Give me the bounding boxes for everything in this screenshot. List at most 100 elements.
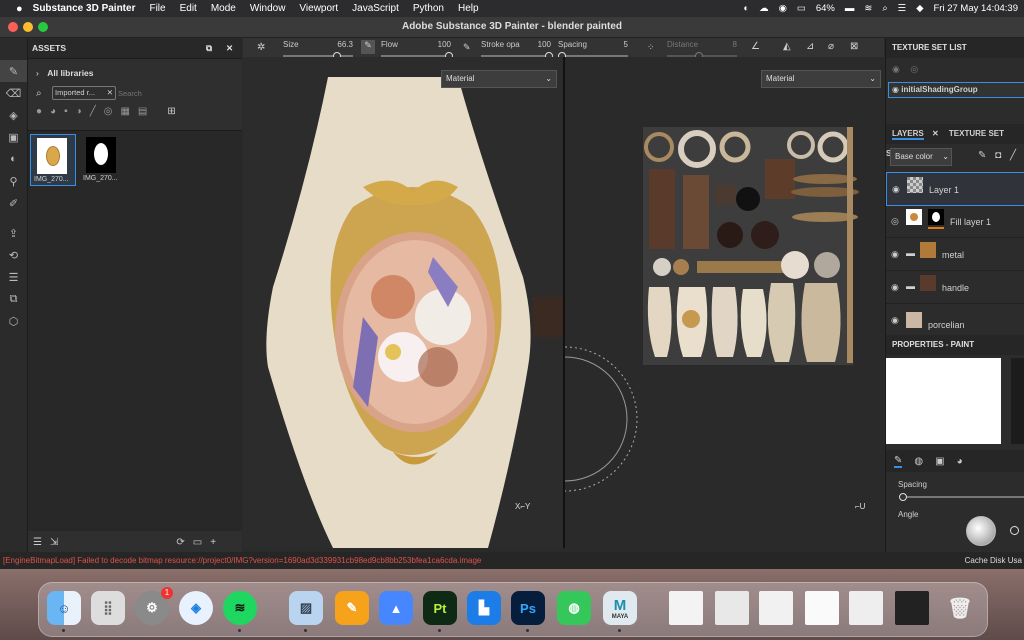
mirror-y-icon[interactable]: ⊿ — [806, 41, 814, 52]
alpha-tab-icon[interactable]: ▣ — [935, 456, 944, 467]
record-icon[interactable]: ◉ — [779, 3, 787, 14]
nordvpn-icon[interactable]: ▲ — [379, 591, 413, 625]
uv-texture-map[interactable] — [565, 57, 884, 548]
messages-icon[interactable]: ◍ — [557, 591, 591, 625]
alignment-icon[interactable]: ∠ — [751, 41, 760, 52]
status-icon[interactable]: ◐ — [743, 3, 749, 14]
menu-help[interactable]: Help — [458, 3, 479, 14]
layer-tool[interactable]: ☰ — [0, 266, 27, 288]
layer-row[interactable]: ◎ Fill layer 1 — [886, 205, 1024, 238]
smudge-tool[interactable]: ◐ — [0, 148, 27, 170]
battery-icon[interactable]: ▬ — [845, 3, 855, 14]
material-tab-icon[interactable]: ◍ — [914, 456, 923, 467]
menu-window[interactable]: Window — [250, 3, 286, 14]
add-effect-icon[interactable]: ✎ — [978, 150, 986, 161]
filter-chip[interactable]: Imported r... ✕ — [52, 86, 116, 100]
environment-filter-icon[interactable]: ▦ — [120, 106, 129, 120]
grid-view-icon[interactable]: ⊞ — [167, 106, 175, 120]
recent-window-thumb[interactable] — [715, 591, 749, 625]
eye-icon[interactable]: ◎ — [891, 216, 899, 227]
remove-filter-icon[interactable]: ✕ — [107, 87, 113, 99]
safari-icon[interactable]: ◈ — [179, 591, 213, 625]
color-picker-tool[interactable]: ✐ — [0, 192, 27, 214]
image-filter-icon[interactable]: ▤ — [138, 106, 147, 120]
eye-icon[interactable]: ◉ — [892, 85, 899, 94]
close-window-button[interactable] — [8, 22, 18, 32]
folder-icon[interactable]: ▭ — [193, 537, 202, 548]
mirror-x-icon[interactable]: ◭ — [783, 41, 791, 52]
new-library-icon[interactable]: ☰ — [33, 537, 42, 548]
menu-viewport[interactable]: Viewport — [299, 3, 338, 14]
recent-window-thumb[interactable] — [895, 591, 929, 625]
eye-outline-icon[interactable]: ◎ — [910, 64, 918, 74]
spacing-prop-slider[interactable] — [899, 493, 1024, 501]
pages-icon[interactable]: ✎ — [335, 591, 369, 625]
import-icon[interactable]: ⇲ — [50, 537, 58, 548]
geometry-mask-tool[interactable]: ⧉ — [0, 288, 27, 310]
menu-mode[interactable]: Mode — [211, 3, 236, 14]
layer-row[interactable]: ◉ ▬ metal — [886, 238, 1024, 271]
refresh-icon[interactable]: ⟳ — [176, 537, 184, 548]
mirror-z-icon[interactable]: ⌀ — [828, 41, 834, 52]
lazy-mouse-icon[interactable]: ⁘ — [647, 42, 655, 53]
bake-tool[interactable]: ⇪ — [0, 222, 27, 244]
texture-filter-icon[interactable]: ▪ — [64, 106, 68, 120]
anchor-tool[interactable]: ⟲ — [0, 244, 27, 266]
eraser-tool[interactable]: ⌫ — [0, 82, 27, 104]
camera-tool[interactable]: ⬡ — [0, 310, 27, 332]
battery-percent[interactable]: 64% — [816, 3, 835, 14]
substance-painter-icon[interactable]: Pt — [423, 591, 457, 625]
pen-pressure-icon[interactable]: ✎ — [361, 40, 375, 54]
layer-row[interactable]: ◉ porcelian — [886, 304, 1024, 337]
menu-edit[interactable]: Edit — [180, 3, 197, 14]
menu-javascript[interactable]: JavaScript — [352, 3, 399, 14]
stencil-tab-icon[interactable]: ◕ — [957, 456, 963, 467]
channel-select[interactable]: Base color ⌄ — [890, 148, 952, 166]
angle-dial[interactable] — [966, 516, 996, 546]
stroke-pressure-icon[interactable]: ✎ — [463, 42, 471, 53]
error-message[interactable]: [EngineBitmapLoad] Failed to decode bitm… — [3, 556, 481, 565]
add-mask-icon[interactable]: ◘ — [995, 150, 1001, 161]
maximize-window-button[interactable] — [38, 22, 48, 32]
asset-thumb[interactable]: IMG_270... — [80, 134, 124, 184]
finder-icon[interactable]: ☺ — [47, 591, 81, 625]
brush-tab-icon[interactable]: ✎ — [894, 455, 903, 468]
menu-python[interactable]: Python — [413, 3, 444, 14]
wifi-icon[interactable]: ≋ — [864, 3, 872, 14]
control-center-icon[interactable]: ☰ — [898, 3, 907, 14]
layer-row[interactable]: ◉ ▬ handle — [886, 271, 1024, 304]
recent-window-thumb[interactable] — [669, 591, 703, 625]
recent-window-thumb[interactable] — [759, 591, 793, 625]
trash-icon[interactable]: 🗑 — [943, 591, 977, 625]
preview-icon[interactable]: ▨ — [289, 591, 323, 625]
layer-row[interactable]: ◉ Layer 1 — [886, 172, 1024, 206]
apple-icon[interactable]: ● — [16, 3, 23, 15]
asset-thumb[interactable]: IMG_270... — [30, 134, 76, 186]
creative-cloud-icon[interactable]: ☁ — [759, 3, 769, 14]
texture-set-item[interactable]: ◉ initialShadingGroup — [888, 82, 1024, 98]
smart-mask-filter-icon[interactable]: ◑ — [76, 106, 82, 120]
spotify-icon[interactable]: ≋ — [223, 591, 257, 625]
tab-layers[interactable]: LAYERS — [892, 129, 924, 140]
paint-brush-tool[interactable]: ✎ — [0, 60, 27, 82]
eye-icon[interactable]: ◉ — [891, 282, 899, 293]
recent-window-thumb[interactable] — [849, 591, 883, 625]
symmetry-icon[interactable]: ✲ — [257, 42, 265, 53]
vase-3d-model[interactable] — [243, 57, 563, 548]
clock[interactable]: Fri 27 May 14:04:39 — [934, 3, 1019, 14]
menu-file[interactable]: File — [149, 3, 165, 14]
asset-search-input[interactable] — [116, 86, 238, 100]
smart-material-filter-icon[interactable]: ◕ — [50, 106, 56, 120]
eye-icon[interactable]: ◉ — [891, 249, 899, 260]
spotlight-icon[interactable]: ⌕ — [882, 3, 887, 14]
material-filter-icon[interactable]: ● — [36, 106, 42, 120]
add-icon[interactable]: + — [210, 537, 216, 548]
display-icon[interactable]: ▭ — [797, 3, 806, 14]
app-menu[interactable]: Substance 3D Painter — [33, 3, 136, 14]
viewport-2d-uv[interactable]: Material ⌄ ⌐U — [565, 57, 884, 548]
photoshop-icon[interactable]: Ps — [511, 591, 545, 625]
close-icon[interactable]: ✕ — [226, 38, 233, 58]
minimize-window-button[interactable] — [23, 22, 33, 32]
maya-icon[interactable]: M MAYA — [603, 591, 637, 625]
angle-knob[interactable] — [1010, 526, 1019, 535]
